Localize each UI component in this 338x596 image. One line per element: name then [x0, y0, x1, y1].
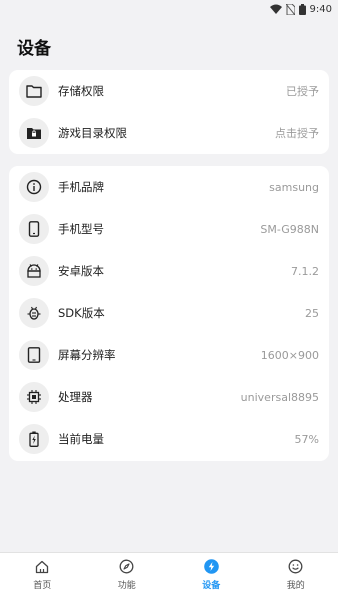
- battery-icon: [19, 424, 49, 454]
- phone-icon: [19, 214, 49, 244]
- nav-label: 首页: [33, 580, 52, 591]
- nav-label: 功能: [117, 580, 136, 591]
- device-label: 安卓版本: [58, 264, 104, 278]
- compass-icon: [119, 559, 135, 575]
- battery-status-icon: [298, 3, 306, 15]
- nav-label: 设备: [202, 580, 221, 591]
- device-row-model: 手机型号 SM-G988N: [9, 208, 329, 250]
- page-title: 设备: [17, 39, 51, 59]
- device-value: samsung: [269, 180, 319, 194]
- permission-row-game-dir[interactable]: 游戏目录权限 点击授予: [9, 112, 329, 154]
- device-info-card: 手机品牌 samsung 手机型号 SM-G988N 安卓版本 7.1.2 SD…: [9, 166, 329, 461]
- device-value: 1600×900: [260, 348, 319, 362]
- device-value: universal8895: [240, 390, 319, 404]
- nav-item-home[interactable]: 首页: [0, 553, 85, 596]
- nav-item-me[interactable]: 我的: [254, 553, 338, 596]
- device-value: 25: [305, 306, 319, 320]
- device-value: 57%: [294, 432, 319, 446]
- cpu-icon: [19, 382, 49, 412]
- device-row-brand: 手机品牌 samsung: [9, 166, 329, 208]
- device-row-android: 安卓版本 7.1.2: [9, 250, 329, 292]
- status-time: 9:40: [309, 3, 332, 15]
- device-label: 当前电量: [58, 432, 104, 446]
- device-label: 屏幕分辨率: [58, 348, 116, 362]
- bottom-nav: 首页 功能 设备 我的: [0, 552, 338, 596]
- device-row-battery: 当前电量 57%: [9, 418, 329, 460]
- smile-icon: [288, 559, 304, 575]
- device-label: 手机品牌: [58, 180, 104, 194]
- no-sim-icon: [285, 3, 295, 15]
- status-bar: 9:40: [0, 0, 338, 18]
- nav-label: 我的: [286, 580, 305, 591]
- device-value: 7.1.2: [291, 264, 319, 278]
- bug-icon: [19, 298, 49, 328]
- bolt-icon: [203, 559, 219, 575]
- folder-icon: [19, 76, 49, 106]
- device-value: SM-G988N: [260, 222, 319, 236]
- device-label: 处理器: [58, 390, 93, 404]
- nav-item-features[interactable]: 功能: [85, 553, 170, 596]
- device-row-resolution: 屏幕分辨率 1600×900: [9, 334, 329, 376]
- wifi-icon: [269, 4, 282, 14]
- permission-label: 存储权限: [58, 84, 104, 98]
- folder-lock-icon: [19, 118, 49, 148]
- device-label: 手机型号: [58, 222, 104, 236]
- permissions-card: 存储权限 已授予 游戏目录权限 点击授予: [9, 70, 329, 154]
- permission-row-storage[interactable]: 存储权限 已授予: [9, 70, 329, 112]
- permission-value: 已授予: [286, 85, 319, 98]
- grant-permission-button[interactable]: 点击授予: [275, 125, 319, 141]
- android-icon: [19, 256, 49, 286]
- permission-label: 游戏目录权限: [58, 126, 127, 140]
- device-label: SDK版本: [58, 306, 105, 320]
- home-icon: [34, 559, 50, 575]
- device-row-sdk: SDK版本 25: [9, 292, 329, 334]
- tablet-icon: [19, 340, 49, 370]
- nav-item-device[interactable]: 设备: [169, 553, 254, 596]
- info-icon: [19, 172, 49, 202]
- device-row-cpu: 处理器 universal8895: [9, 376, 329, 418]
